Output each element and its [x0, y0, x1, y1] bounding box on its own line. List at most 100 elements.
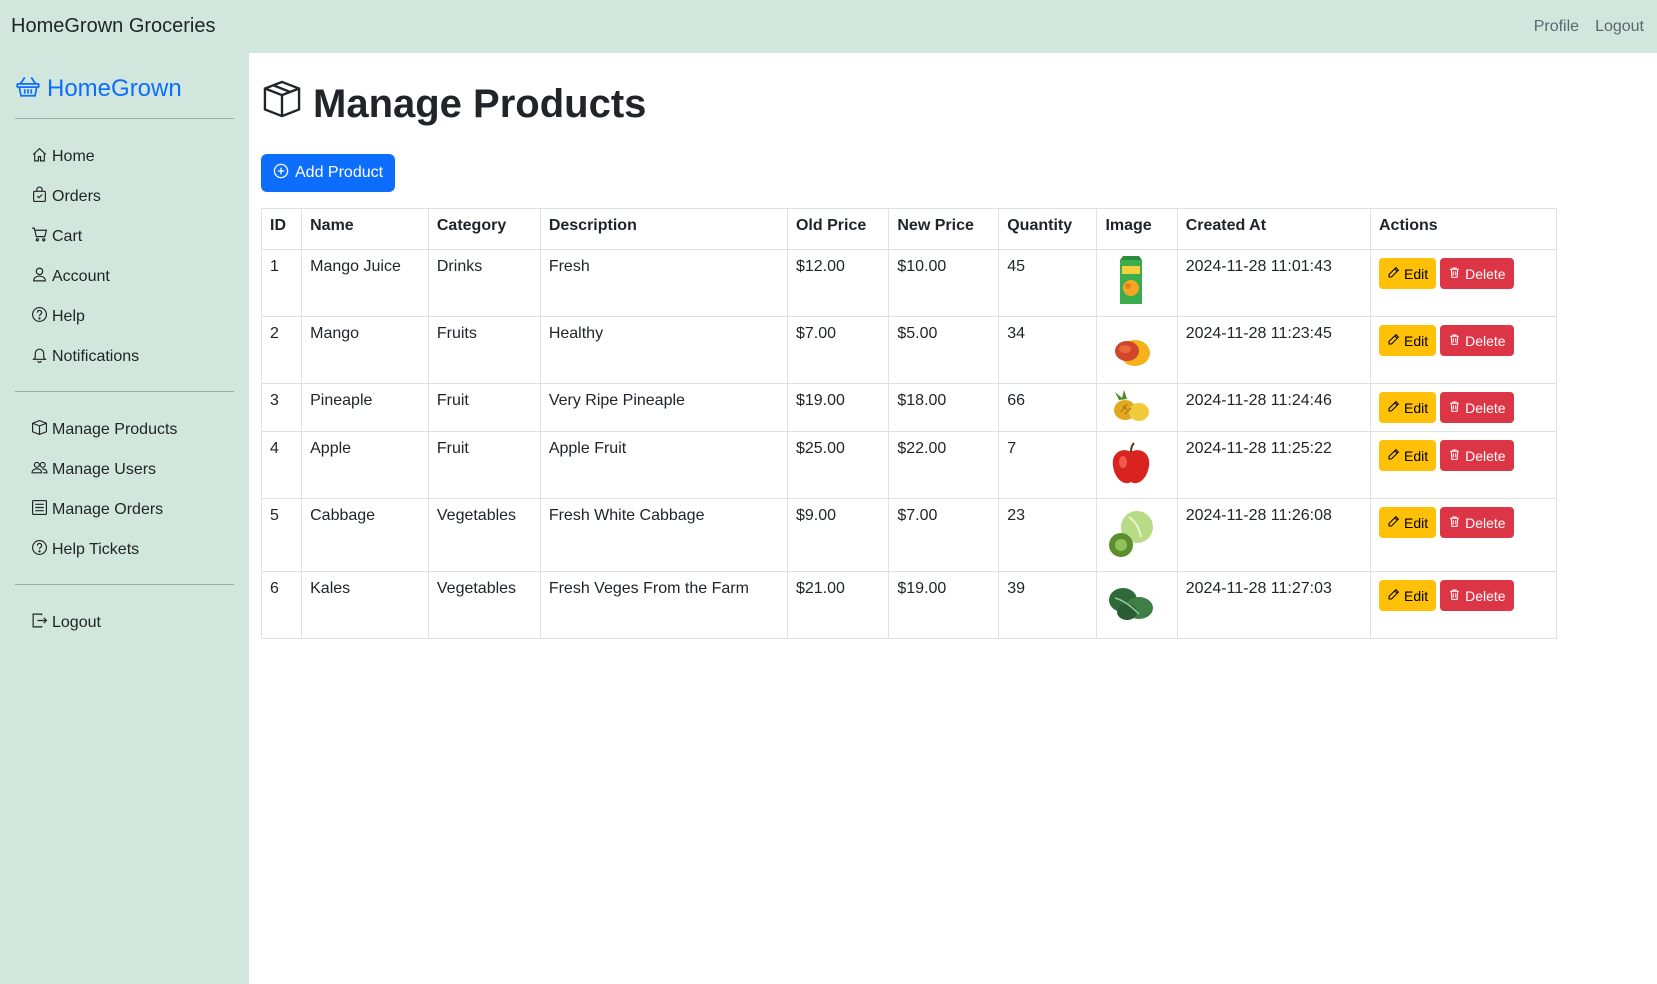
- cell-new-price: $22.00: [888, 431, 1000, 499]
- delete-label: Delete: [1465, 447, 1506, 464]
- logout-icon: [31, 612, 48, 634]
- column-header[interactable]: New Price: [888, 208, 1000, 250]
- products-table: ID Name Category Description Old Price N…: [260, 208, 1557, 639]
- cell-new-price: $7.00: [888, 498, 1000, 572]
- trash-icon: [1448, 266, 1461, 282]
- cell-quantity: 7: [998, 431, 1098, 499]
- sidebar-item-manage-users[interactable]: Manage Users: [15, 450, 234, 490]
- cell-image: [1096, 316, 1178, 384]
- add-product-button[interactable]: Add Product: [261, 154, 396, 192]
- sidebar-brand[interactable]: HomeGrown: [15, 71, 234, 107]
- column-header[interactable]: Name: [301, 208, 429, 250]
- sidebar-item-help-tickets[interactable]: Help Tickets: [15, 530, 234, 570]
- pencil-icon: [1387, 515, 1400, 531]
- cell-id: 1: [260, 249, 303, 317]
- box-icon: [261, 78, 303, 130]
- people-icon: [31, 459, 48, 481]
- sidebar-item-manage-orders[interactable]: Manage Orders: [15, 490, 234, 530]
- cell-image: [1096, 431, 1178, 499]
- cell-description: Fresh White Cabbage: [539, 498, 788, 572]
- navbar-brand[interactable]: HomeGrown Groceries: [11, 15, 216, 38]
- sidebar-item-logout[interactable]: Logout: [15, 603, 234, 643]
- cell-old-price: $7.00: [786, 316, 890, 384]
- logout-link[interactable]: Logout: [1595, 18, 1644, 36]
- delete-button[interactable]: Delete: [1440, 392, 1514, 423]
- plus-circle-icon: [273, 163, 289, 184]
- cell-quantity: 39: [998, 571, 1098, 639]
- person-icon: [31, 266, 48, 288]
- cell-name: Apple: [301, 431, 429, 499]
- edit-button[interactable]: Edit: [1379, 325, 1437, 356]
- sidebar-brand-label: HomeGrown: [47, 75, 182, 102]
- sidebar-item-cart[interactable]: Cart: [15, 217, 234, 257]
- cell-id: 3: [260, 383, 303, 432]
- table-row: 4 Apple Fruit Apple Fruit $25.00 $22.00 …: [260, 431, 1557, 499]
- cell-category: Drinks: [427, 249, 541, 317]
- sidebar-item-label: Manage Orders: [52, 501, 164, 518]
- sidebar-item-help[interactable]: Help: [15, 297, 234, 337]
- cell-created-at: 2024-11-28 11:24:46: [1176, 383, 1372, 432]
- trash-icon: [1448, 515, 1461, 531]
- sidebar-item-label: Manage Products: [52, 421, 178, 438]
- edit-button[interactable]: Edit: [1379, 440, 1437, 471]
- top-nav-links: Profile Logout: [1534, 18, 1646, 36]
- delete-button[interactable]: Delete: [1440, 580, 1514, 611]
- cell-old-price: $19.00: [786, 383, 890, 432]
- edit-label: Edit: [1404, 265, 1429, 282]
- edit-button[interactable]: Edit: [1379, 392, 1437, 423]
- sidebar-item-manage-products[interactable]: Manage Products: [15, 410, 234, 450]
- cell-old-price: $9.00: [786, 498, 890, 572]
- cell-name: Cabbage: [301, 498, 429, 572]
- cell-id: 2: [260, 316, 303, 384]
- cell-category: Vegetables: [427, 498, 541, 572]
- cell-category: Fruits: [427, 316, 541, 384]
- column-header[interactable]: Old Price: [786, 208, 890, 250]
- delete-label: Delete: [1465, 399, 1506, 416]
- column-header[interactable]: Image: [1096, 208, 1178, 250]
- cell-created-at: 2024-11-28 11:27:03: [1176, 571, 1372, 639]
- bag-icon: [31, 186, 48, 208]
- column-header[interactable]: Actions: [1370, 208, 1557, 250]
- delete-button[interactable]: Delete: [1440, 507, 1514, 538]
- sidebar-divider: [15, 391, 234, 392]
- mango-image: [1115, 340, 1151, 366]
- cell-actions: Edit Delete: [1370, 316, 1557, 384]
- delete-button[interactable]: Delete: [1440, 440, 1514, 471]
- column-header[interactable]: Created At: [1176, 208, 1372, 250]
- cell-created-at: 2024-11-28 11:01:43: [1176, 249, 1372, 317]
- edit-label: Edit: [1404, 447, 1429, 464]
- edit-button[interactable]: Edit: [1379, 258, 1437, 289]
- list-icon: [31, 499, 48, 521]
- cell-category: Vegetables: [427, 571, 541, 639]
- pencil-icon: [1387, 333, 1400, 349]
- column-header[interactable]: Description: [539, 208, 788, 250]
- column-header[interactable]: ID: [260, 208, 303, 250]
- column-header[interactable]: Quantity: [998, 208, 1098, 250]
- delete-button[interactable]: Delete: [1440, 258, 1514, 289]
- sidebar-item-home[interactable]: Home: [15, 137, 234, 177]
- edit-button[interactable]: Edit: [1379, 580, 1437, 611]
- pencil-icon: [1387, 400, 1400, 416]
- edit-label: Edit: [1404, 514, 1429, 531]
- sidebar-item-account[interactable]: Account: [15, 257, 234, 297]
- sidebar-item-orders[interactable]: Orders: [15, 177, 234, 217]
- cabbage-image: [1109, 511, 1154, 557]
- cell-id: 5: [260, 498, 303, 572]
- cell-created-at: 2024-11-28 11:26:08: [1176, 498, 1372, 572]
- cell-new-price: $19.00: [888, 571, 1000, 639]
- column-header[interactable]: Category: [427, 208, 541, 250]
- top-navbar: HomeGrown Groceries Profile Logout: [0, 0, 1657, 53]
- edit-button[interactable]: Edit: [1379, 507, 1437, 538]
- bell-icon: [31, 346, 48, 368]
- pencil-icon: [1387, 588, 1400, 604]
- apple-image: [1113, 442, 1150, 484]
- add-product-label: Add Product: [295, 164, 384, 181]
- cell-new-price: $18.00: [888, 383, 1000, 432]
- cell-image: [1096, 498, 1178, 572]
- profile-link[interactable]: Profile: [1534, 18, 1579, 36]
- cell-description: Fresh: [539, 249, 788, 317]
- delete-button[interactable]: Delete: [1440, 325, 1514, 356]
- sidebar-item-label: Manage Users: [52, 461, 157, 478]
- sidebar-item-notifications[interactable]: Notifications: [15, 337, 234, 377]
- cell-created-at: 2024-11-28 11:23:45: [1176, 316, 1372, 384]
